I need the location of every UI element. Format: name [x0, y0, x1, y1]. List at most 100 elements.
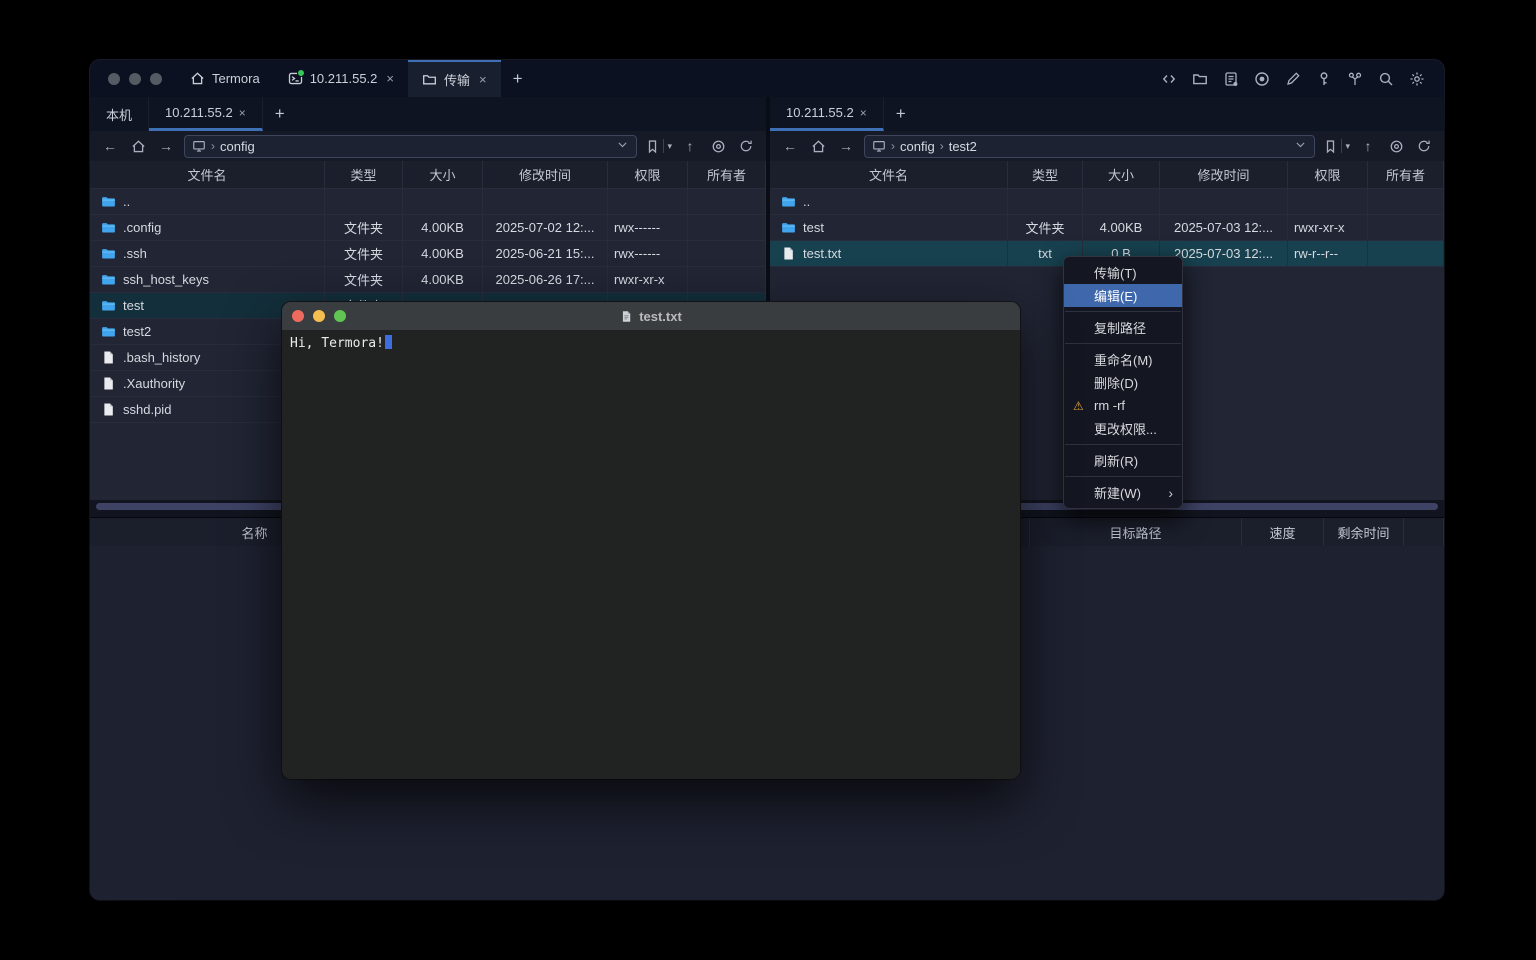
- left-refresh-button[interactable]: [736, 136, 756, 156]
- transfer-column-速度[interactable]: 速度: [1242, 518, 1324, 546]
- editor-content[interactable]: Hi, Termora!: [282, 330, 1020, 779]
- right-breadcrumb[interactable]: ›config›test2: [864, 135, 1315, 158]
- code-icon-button[interactable]: [1158, 68, 1180, 90]
- right-forward-button[interactable]: →: [836, 136, 856, 156]
- column-header-权限[interactable]: 权限: [608, 161, 688, 188]
- menu-item-更改权限...[interactable]: 更改权限...: [1064, 417, 1182, 440]
- left-tab-本机[interactable]: 本机: [90, 97, 149, 131]
- file-cell: 4.00KB: [1083, 215, 1160, 240]
- close-window-button[interactable]: [108, 73, 120, 85]
- folder-glyph: [781, 194, 796, 209]
- column-header-文件名[interactable]: 文件名: [770, 161, 1008, 188]
- column-header-修改时间[interactable]: 修改时间: [483, 161, 608, 188]
- file-cell: 2025-06-21 15:...: [483, 241, 608, 266]
- caret-down-icon[interactable]: ▾: [1345, 141, 1350, 152]
- file-name: ..: [803, 194, 810, 209]
- left-breadcrumb[interactable]: ›config: [184, 135, 637, 158]
- right-bookmark-button[interactable]: ▾: [1323, 139, 1350, 154]
- close-tab-icon[interactable]: ×: [386, 71, 394, 86]
- menu-item-删除(D)[interactable]: 删除(D): [1064, 371, 1182, 394]
- keychain-icon-button[interactable]: [1344, 68, 1366, 90]
- editor-close-button[interactable]: [292, 310, 304, 322]
- close-tab-icon[interactable]: ×: [860, 106, 867, 120]
- record-icon-button[interactable]: [1251, 68, 1273, 90]
- main-tab-bar: Termora10.211.55.2× 传输 ×: [176, 60, 501, 97]
- file-row-ssh_host_keys[interactable]: ssh_host_keys文件夹4.00KB2025-06-26 17:...r…: [90, 267, 766, 293]
- left-show-hidden-button[interactable]: [708, 136, 728, 156]
- chevron-down-icon[interactable]: [1294, 138, 1307, 151]
- file-row-..[interactable]: ..: [770, 189, 1444, 215]
- column-header-大小[interactable]: 大小: [403, 161, 483, 188]
- menu-item-传输(T)[interactable]: 传输(T): [1064, 261, 1182, 284]
- column-header-权限[interactable]: 权限: [1288, 161, 1368, 188]
- zoom-window-button[interactable]: [150, 73, 162, 85]
- document-icon: [620, 310, 633, 323]
- menu-item-label: 复制路径: [1094, 318, 1146, 337]
- close-tab-icon[interactable]: ×: [479, 72, 487, 87]
- right-back-button[interactable]: ←: [780, 136, 800, 156]
- file-cell: 4.00KB: [403, 267, 483, 292]
- transfer-column-剩余时间[interactable]: 剩余时间: [1324, 518, 1404, 546]
- monitor-icon: [872, 139, 886, 153]
- file-row-.ssh[interactable]: .ssh文件夹4.00KB2025-06-21 15:...rwx------: [90, 241, 766, 267]
- menu-item-新建(W)[interactable]: 新建(W)›: [1064, 481, 1182, 504]
- file-row-.config[interactable]: .config文件夹4.00KB2025-07-02 12:...rwx----…: [90, 215, 766, 241]
- column-header-修改时间[interactable]: 修改时间: [1160, 161, 1288, 188]
- menu-item-复制路径[interactable]: 复制路径: [1064, 316, 1182, 339]
- right-show-hidden-button[interactable]: [1386, 136, 1406, 156]
- breadcrumb-segment[interactable]: config: [900, 139, 935, 154]
- column-header-所有者[interactable]: 所有者: [1368, 161, 1444, 188]
- key-icon-button[interactable]: [1313, 68, 1335, 90]
- right-new-tab-button[interactable]: +: [884, 97, 918, 131]
- main-tab-10.211.55.2[interactable]: 10.211.55.2×: [274, 60, 408, 97]
- transfer-column-blank[interactable]: [1404, 518, 1444, 546]
- menu-item-rm -rf[interactable]: ⚠rm -rf: [1064, 394, 1182, 417]
- file-row-test[interactable]: test文件夹4.00KB2025-07-03 12:...rwxr-xr-x: [770, 215, 1444, 241]
- connected-dot: [297, 69, 305, 77]
- pencil-icon-button[interactable]: [1282, 68, 1304, 90]
- folder-icon-button[interactable]: [1189, 68, 1211, 90]
- menu-item-刷新(R)[interactable]: 刷新(R): [1064, 449, 1182, 472]
- transfer-column-目标路径[interactable]: 目标路径: [1030, 518, 1242, 546]
- new-tab-button[interactable]: +: [501, 60, 535, 97]
- minimize-window-button[interactable]: [129, 73, 141, 85]
- left-bookmark-button[interactable]: ▾: [645, 139, 672, 154]
- left-new-tab-button[interactable]: +: [263, 97, 297, 131]
- search-icon-button[interactable]: [1375, 68, 1397, 90]
- left-home-button[interactable]: [128, 136, 148, 156]
- main-tab-传输[interactable]: 传输 ×: [408, 60, 501, 97]
- editor-minimize-button[interactable]: [313, 310, 325, 322]
- right-home-button[interactable]: [808, 136, 828, 156]
- column-header-类型[interactable]: 类型: [325, 161, 403, 188]
- column-header-大小[interactable]: 大小: [1083, 161, 1160, 188]
- right-upload-button[interactable]: ↑: [1358, 136, 1378, 156]
- editor-zoom-button[interactable]: [334, 310, 346, 322]
- right-tab-10.211.55.2[interactable]: 10.211.55.2×: [770, 97, 884, 131]
- right-refresh-button[interactable]: [1414, 136, 1434, 156]
- settings-icon: [1409, 71, 1425, 87]
- column-header-所有者[interactable]: 所有者: [688, 161, 766, 188]
- left-back-button[interactable]: ←: [100, 136, 120, 156]
- settings-icon-button[interactable]: [1406, 68, 1428, 90]
- file-name: .config: [123, 220, 161, 235]
- close-tab-icon[interactable]: ×: [239, 106, 246, 120]
- column-header-文件名[interactable]: 文件名: [90, 161, 325, 188]
- breadcrumb-segment[interactable]: config: [220, 139, 255, 154]
- menu-item-重命名(M)[interactable]: 重命名(M): [1064, 348, 1182, 371]
- main-tab-label: 传输: [444, 70, 470, 89]
- breadcrumb-segment[interactable]: test2: [949, 139, 977, 154]
- file-name: .Xauthority: [123, 376, 185, 391]
- column-header-类型[interactable]: 类型: [1008, 161, 1083, 188]
- left-tab-10.211.55.2[interactable]: 10.211.55.2×: [149, 97, 263, 131]
- folder-glyph: [101, 324, 116, 339]
- file-cell: [1008, 189, 1083, 214]
- file-row-..[interactable]: ..: [90, 189, 766, 215]
- menu-item-编辑(E)[interactable]: 编辑(E): [1064, 284, 1182, 307]
- log-icon-button[interactable]: [1220, 68, 1242, 90]
- left-forward-button[interactable]: →: [156, 136, 176, 156]
- main-tab-Termora[interactable]: Termora: [176, 60, 274, 97]
- breadcrumb-separator: ›: [891, 139, 895, 153]
- caret-down-icon[interactable]: ▾: [667, 141, 672, 152]
- chevron-down-icon[interactable]: [616, 138, 629, 151]
- left-upload-button[interactable]: ↑: [680, 136, 700, 156]
